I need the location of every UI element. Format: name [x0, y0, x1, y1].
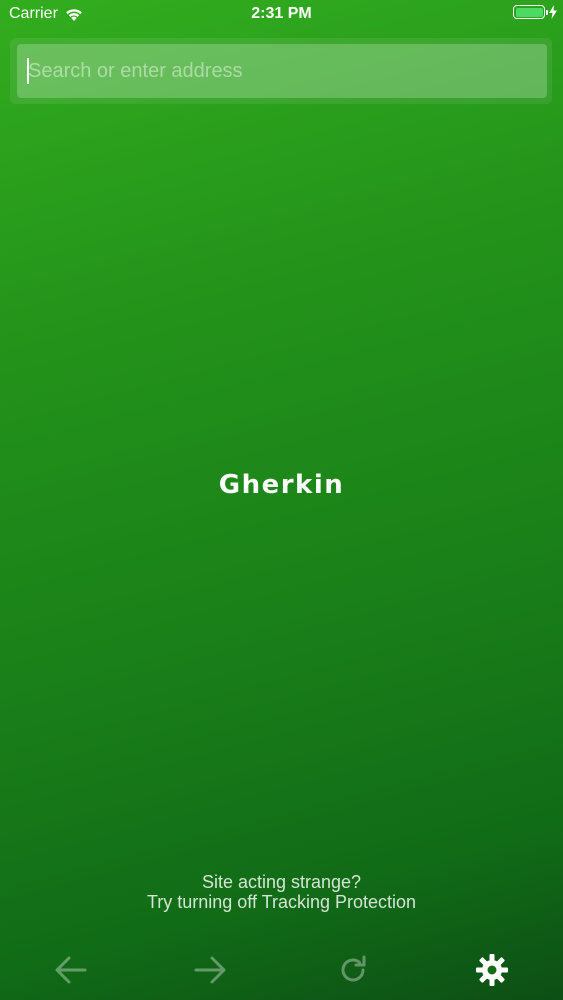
charging-bolt-icon	[549, 5, 557, 19]
settings-button[interactable]	[467, 945, 517, 995]
back-button[interactable]	[45, 945, 95, 995]
gear-icon	[476, 954, 508, 986]
battery-level	[515, 7, 543, 17]
home-logo: Gherkin	[218, 470, 345, 500]
browser-toolbar	[0, 945, 563, 995]
reload-icon	[341, 955, 366, 982]
battery-icon	[513, 5, 548, 19]
reload-button[interactable]	[328, 945, 378, 995]
forward-button[interactable]	[186, 945, 236, 995]
hint-line-2: Try turning off Tracking Protection	[146, 892, 417, 912]
hint-line-1: Site acting strange?	[201, 872, 362, 892]
status-time: 2:31 PM	[251, 5, 312, 22]
status-bar: Carrier 2:31 PM	[0, 0, 563, 30]
address-input[interactable]	[17, 44, 547, 98]
url-bar	[10, 38, 552, 104]
battery-nub	[545, 9, 548, 15]
back-arrow-icon	[55, 956, 87, 984]
text-cursor	[27, 58, 29, 84]
browser-screen: Carrier 2:31 PM Gherkin Site act	[0, 0, 563, 1000]
battery-indicator	[513, 5, 557, 19]
forward-arrow-icon	[194, 956, 226, 984]
tracking-protection-hint[interactable]: Site acting strange? Try turning off Tra…	[0, 872, 563, 912]
